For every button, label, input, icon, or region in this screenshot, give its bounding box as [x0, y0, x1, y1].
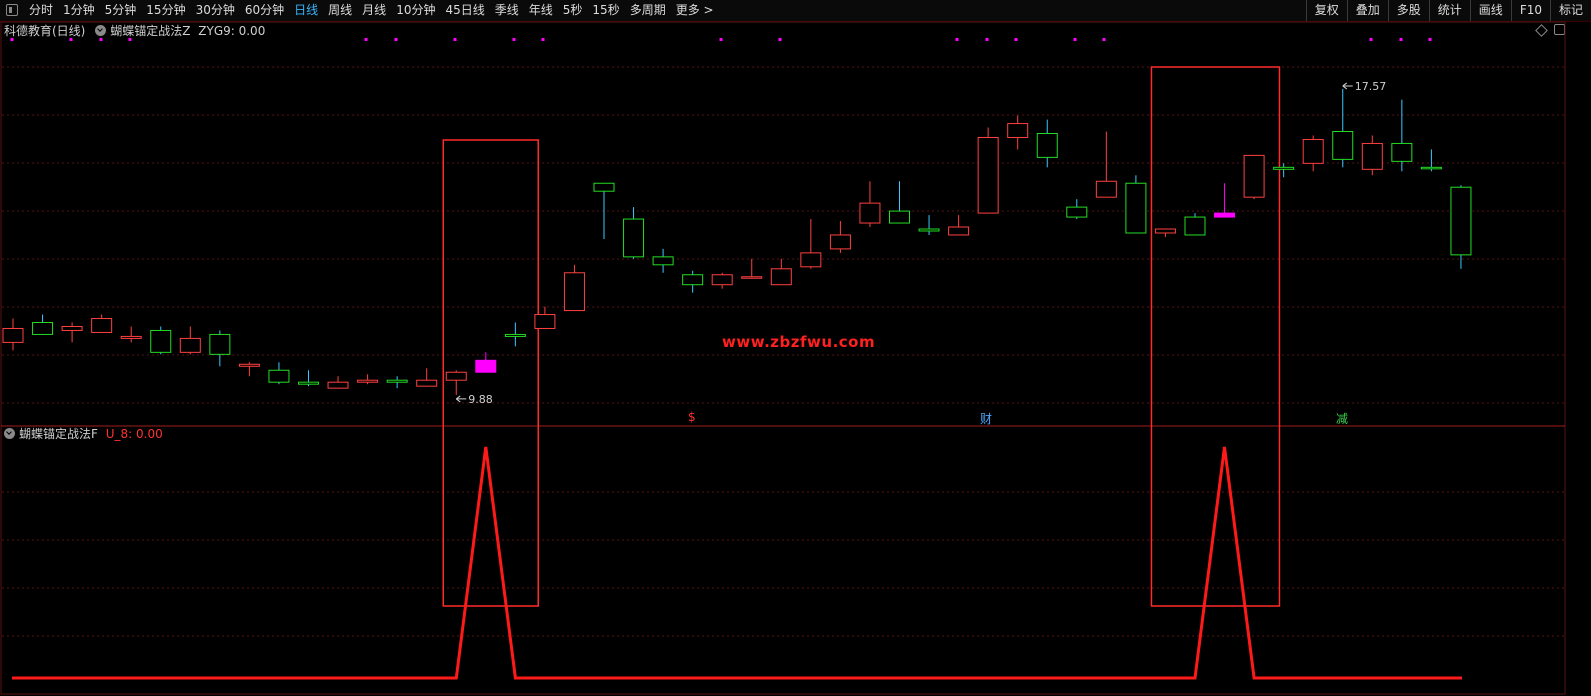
candle-body — [977, 136, 999, 214]
signal-dot — [541, 38, 545, 41]
candle-body — [150, 329, 172, 353]
signal-dot — [69, 38, 73, 41]
candle-body — [445, 371, 467, 381]
u8-line — [12, 446, 1462, 680]
candle-body — [1332, 131, 1354, 160]
signal-dot — [1073, 38, 1077, 41]
low-price-label: 9.88 — [468, 393, 493, 406]
high-arrow — [1342, 82, 1353, 90]
signal-dot — [453, 38, 457, 41]
signal-dot — [364, 38, 368, 41]
candle-body — [829, 234, 851, 250]
watermark: www.zbzfwu.com — [722, 333, 876, 351]
candle-body — [711, 274, 733, 286]
candle-body — [563, 272, 585, 312]
candle-body — [416, 379, 438, 387]
candle-body — [120, 335, 142, 339]
signal-jian: 减 — [1336, 412, 1349, 426]
candle-body — [1361, 142, 1383, 170]
signal-dot — [394, 38, 398, 41]
candle-body — [623, 218, 645, 258]
candle-body — [327, 381, 349, 389]
signal-dot — [1014, 38, 1018, 41]
low-arrow — [455, 395, 467, 403]
candle-body — [770, 268, 792, 286]
candle-body — [1007, 123, 1029, 138]
signal-dot — [955, 38, 959, 41]
candle-body — [652, 256, 674, 266]
signal-dot — [778, 38, 782, 41]
candle-body — [386, 379, 408, 383]
candle-body — [1036, 133, 1058, 158]
candle-body — [1066, 206, 1088, 218]
signal-dot — [99, 38, 103, 41]
candle-body — [2, 327, 24, 343]
signal-dot — [1399, 38, 1403, 41]
signal-dot — [512, 38, 516, 41]
signal-dot — [128, 38, 132, 41]
candle-body — [948, 226, 970, 236]
signal-dot — [1369, 38, 1373, 41]
signal-dot — [10, 38, 14, 41]
candle-body — [800, 252, 822, 268]
candle-body — [238, 363, 260, 367]
candle-body — [593, 182, 615, 192]
candle-body — [1243, 154, 1265, 198]
candle-body — [1420, 166, 1442, 170]
candle-body — [1391, 142, 1413, 162]
candle-body — [91, 318, 113, 333]
candle-body — [1450, 186, 1472, 256]
candle-body — [1125, 182, 1147, 234]
candle-body — [1095, 180, 1117, 198]
candle-body — [268, 369, 290, 383]
candle-body — [1273, 166, 1295, 170]
candle-body — [741, 276, 763, 279]
candle-body — [1302, 138, 1324, 164]
signal-dot — [985, 38, 989, 41]
candle-body — [918, 228, 940, 232]
candle-body — [357, 379, 379, 383]
candle-body — [504, 333, 526, 337]
candle-body — [859, 202, 881, 224]
candle-body — [298, 381, 319, 385]
candle-body — [179, 337, 201, 353]
candle-body — [1214, 212, 1236, 218]
signal-dot — [1102, 38, 1106, 41]
signal-dot — [719, 38, 723, 41]
panel-frame — [0, 21, 1566, 695]
candle-body — [682, 274, 704, 286]
candle-body — [32, 322, 54, 335]
signal-dollar: $ — [688, 410, 696, 424]
signal-cai: 财 — [980, 412, 993, 426]
candle-body — [475, 359, 497, 373]
candle-body — [1154, 228, 1176, 234]
candle-body — [209, 333, 231, 355]
candle-body — [1184, 216, 1206, 236]
high-price-label: 17.57 — [1355, 80, 1387, 93]
signal-dot — [1428, 38, 1432, 41]
candle-body — [534, 314, 556, 329]
candle-body — [889, 210, 910, 224]
candle-body — [61, 325, 83, 331]
